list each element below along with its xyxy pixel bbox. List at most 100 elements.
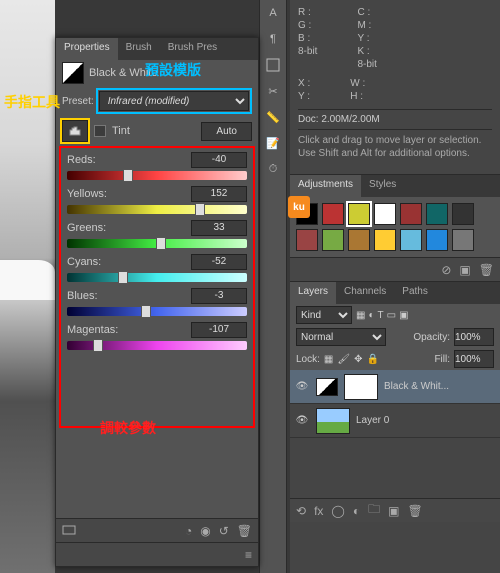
- adjustment-footer: ◔ ◉ ↺ 🗑: [56, 518, 258, 542]
- scrubby-tool-button[interactable]: [62, 120, 88, 142]
- layer-name[interactable]: Layer 0: [356, 415, 389, 426]
- slider-value-greens[interactable]: 33: [191, 220, 247, 236]
- slider-blues[interactable]: [67, 307, 247, 316]
- tab-layers[interactable]: Layers: [290, 282, 336, 304]
- fill-input[interactable]: [454, 350, 494, 368]
- lock-move-icon[interactable]: ✥: [354, 354, 362, 365]
- new-layer-icon[interactable]: ▣: [388, 504, 399, 518]
- style-swatch[interactable]: [322, 229, 344, 251]
- toolbar-crop-icon[interactable]: ✂: [260, 78, 286, 104]
- delete-layer-icon[interactable]: 🗑: [407, 504, 422, 518]
- reset-icon[interactable]: ↺: [219, 524, 229, 538]
- slider-label-yellows: Yellows:: [67, 188, 107, 200]
- lock-all-icon[interactable]: 🔒: [366, 354, 378, 365]
- fill-adj-icon[interactable]: ◐: [353, 504, 360, 518]
- style-swatch[interactable]: [348, 203, 370, 225]
- layer-name[interactable]: Black & Whit...: [384, 381, 449, 392]
- style-swatch[interactable]: [348, 229, 370, 251]
- panel-tabs: Properties Brush Brush Pres: [56, 38, 258, 60]
- adj-trash-icon[interactable]: 🗑: [479, 263, 494, 277]
- style-swatches: [290, 197, 500, 257]
- filter-smart-icon[interactable]: ▣: [399, 310, 408, 321]
- slider-value-magentas[interactable]: -107: [191, 322, 247, 338]
- style-swatch[interactable]: [296, 229, 318, 251]
- fill-label: Fill:: [434, 354, 450, 365]
- tab-properties[interactable]: Properties: [56, 38, 118, 60]
- toolbar-timeline-icon[interactable]: ⏱: [260, 156, 286, 182]
- view-previous-icon[interactable]: ◉: [200, 524, 210, 538]
- info-x: X :: [298, 77, 310, 90]
- trash-icon[interactable]: 🗑: [237, 524, 252, 538]
- toolbar-note-icon[interactable]: 📝: [260, 130, 286, 156]
- slider-value-blues[interactable]: -3: [191, 288, 247, 304]
- auto-button[interactable]: Auto: [201, 122, 252, 141]
- layers-panel: Layers Channels Paths Kind ▦ ◐ T ▭ ▣ Nor…: [290, 281, 500, 522]
- tab-brush[interactable]: Brush: [118, 38, 160, 60]
- visibility-icon[interactable]: 👁: [294, 415, 310, 426]
- slider-yellows[interactable]: [67, 205, 247, 214]
- style-swatch[interactable]: [426, 229, 448, 251]
- clip-icon[interactable]: ◔: [185, 524, 192, 538]
- filter-adj-icon[interactable]: ◐: [368, 310, 374, 321]
- layer-mask-thumb[interactable]: [344, 374, 378, 400]
- hand-icon: [67, 124, 83, 138]
- style-swatch[interactable]: [452, 229, 474, 251]
- tab-styles[interactable]: Styles: [361, 175, 404, 197]
- kuler-icon[interactable]: ku: [288, 196, 310, 218]
- slider-value-reds[interactable]: -40: [191, 152, 247, 168]
- slider-cyans[interactable]: [67, 273, 247, 282]
- style-swatch[interactable]: [400, 229, 422, 251]
- info-h: H :: [350, 90, 365, 103]
- adj-new-icon[interactable]: ▣: [459, 263, 470, 277]
- mask-icon[interactable]: ◯: [331, 504, 344, 518]
- adj-clear-icon[interactable]: ⊘: [441, 263, 451, 277]
- panel-footer: ≡: [56, 542, 258, 566]
- fx-menu-icon[interactable]: fx: [314, 504, 323, 518]
- annotation-preset: 預設模版: [145, 60, 201, 80]
- style-swatch[interactable]: [374, 229, 396, 251]
- layer-filter-kind[interactable]: Kind: [296, 306, 352, 324]
- slider-value-yellows[interactable]: 152: [191, 186, 247, 202]
- toolbar-paragraph-icon[interactable]: ¶: [260, 26, 286, 52]
- tab-paths[interactable]: Paths: [394, 282, 436, 304]
- tab-adjustments[interactable]: Adjustments: [290, 175, 361, 197]
- adjustment-thumb: [316, 378, 338, 396]
- blend-mode-select[interactable]: Normal: [296, 328, 386, 346]
- lock-paint-icon[interactable]: 🖌: [337, 354, 350, 365]
- opacity-input[interactable]: [454, 328, 494, 346]
- preset-select[interactable]: Infrared (modified): [99, 91, 249, 111]
- info-c: C :: [357, 6, 376, 19]
- tab-brush-presets[interactable]: Brush Pres: [160, 38, 225, 60]
- slider-reds[interactable]: [67, 171, 247, 180]
- info-bit1: 8-bit: [298, 45, 317, 58]
- group-icon[interactable]: 🗀: [368, 500, 380, 521]
- filter-pixel-icon[interactable]: ▦: [356, 310, 365, 321]
- toolbar-ruler-icon[interactable]: 📏: [260, 104, 286, 130]
- filter-type-icon[interactable]: T: [378, 310, 384, 321]
- slider-greens[interactable]: [67, 239, 247, 248]
- layer-row[interactable]: 👁 Layer 0: [290, 404, 500, 438]
- tab-channels[interactable]: Channels: [336, 282, 394, 304]
- filter-shape-icon[interactable]: ▭: [387, 310, 396, 321]
- info-bit2: 8-bit: [357, 58, 376, 71]
- fx-icon[interactable]: [62, 523, 76, 538]
- visibility-icon[interactable]: 👁: [294, 381, 310, 392]
- style-swatch[interactable]: [322, 203, 344, 225]
- toolbar-type-icon[interactable]: A: [260, 0, 286, 26]
- layer-row[interactable]: 👁 Black & Whit...: [290, 370, 500, 404]
- style-swatch[interactable]: [452, 203, 474, 225]
- slider-value-cyans[interactable]: -52: [191, 254, 247, 270]
- collapsed-toolbar: A ¶ ✂ 📏 📝 ⏱: [259, 0, 287, 573]
- style-swatch[interactable]: [400, 203, 422, 225]
- tint-checkbox[interactable]: [94, 125, 106, 137]
- style-swatch[interactable]: [374, 203, 396, 225]
- style-swatch[interactable]: [426, 203, 448, 225]
- menu-icon[interactable]: ≡: [245, 548, 252, 562]
- link-layers-icon[interactable]: ⟲: [296, 504, 306, 518]
- lock-trans-icon[interactable]: ▦: [324, 354, 333, 365]
- adjustments-panel: Adjustments Styles ⊘ ▣ 🗑: [290, 174, 500, 281]
- info-doc: Doc: 2.00M/2.00M: [298, 114, 492, 125]
- slider-magentas[interactable]: [67, 341, 247, 350]
- toolbar-swatches-icon[interactable]: [260, 52, 286, 78]
- sliders-area: Reds:-40 Yellows:152 Greens:33 Cyans:-52…: [61, 148, 253, 426]
